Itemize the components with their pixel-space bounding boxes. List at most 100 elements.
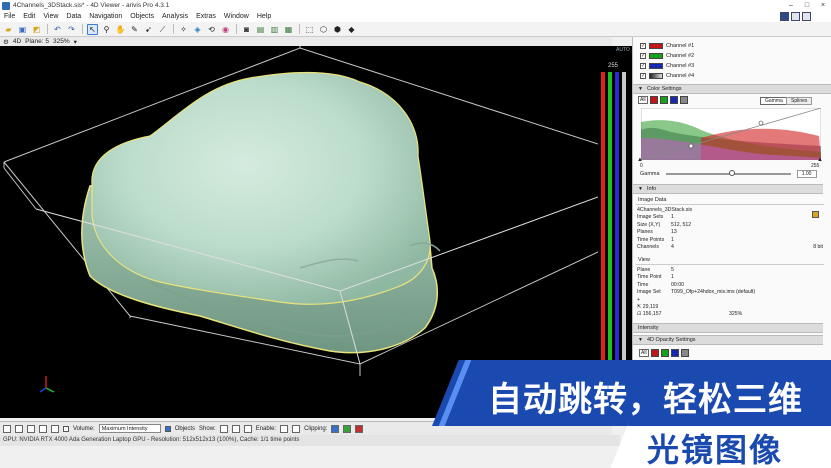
lut-bar-red[interactable] xyxy=(601,72,605,392)
view-split-icon[interactable] xyxy=(15,424,23,433)
show-scale-icon[interactable] xyxy=(243,424,252,433)
volume-checkbox[interactable] xyxy=(63,425,69,432)
channel-checkbox[interactable]: ✓ xyxy=(640,43,646,49)
cube-front-icon[interactable]: ⬚ xyxy=(304,24,315,35)
channel-3-toggle[interactable] xyxy=(670,349,679,357)
clip-z-icon[interactable] xyxy=(355,424,364,433)
show-box-icon[interactable] xyxy=(219,424,228,433)
info-icon[interactable] xyxy=(39,424,47,433)
pointer-icon[interactable]: ➹ xyxy=(143,24,154,35)
gamma-slider-knob[interactable] xyxy=(728,170,735,176)
rotate-icon[interactable]: ⟲ xyxy=(206,24,217,35)
channel-2-toggle[interactable] xyxy=(659,96,668,104)
gamma-slider[interactable] xyxy=(665,170,791,176)
magic-wand-icon[interactable]: ✧ xyxy=(178,24,189,35)
save-icon[interactable]: ▣ xyxy=(17,24,28,35)
pen-icon[interactable]: ✎ xyxy=(129,24,140,35)
channel-color-swatch[interactable] xyxy=(649,63,663,69)
lut-bar-blue[interactable] xyxy=(615,72,619,392)
zoom-level[interactable]: 325% xyxy=(53,38,70,45)
channel-row[interactable]: ✓ Channel #4 xyxy=(633,71,831,81)
intensity-header[interactable]: Intensity xyxy=(633,323,823,333)
enable-shadow-icon[interactable] xyxy=(292,424,301,433)
segment-icon[interactable]: ◈ xyxy=(192,24,203,35)
clip-x-icon[interactable] xyxy=(331,424,340,433)
collapse-arrow-icon[interactable]: ▼ xyxy=(638,86,643,92)
menu-window[interactable]: Window xyxy=(224,13,249,20)
cube-top-icon[interactable]: ⬢ xyxy=(332,24,343,35)
all-channels-label[interactable]: All xyxy=(639,349,649,357)
menu-extras[interactable]: Extras xyxy=(196,13,216,20)
opacity-settings-header[interactable]: ▼ 4D Opacity Settings xyxy=(633,335,823,345)
minimize-button[interactable]: – xyxy=(783,0,799,11)
channel-4-toggle[interactable] xyxy=(680,349,689,357)
objects-checkbox[interactable] xyxy=(164,425,171,432)
dropdown-arrow-icon[interactable]: ▾ xyxy=(74,38,77,46)
enable-light-icon[interactable] xyxy=(280,424,289,433)
info-header[interactable]: ▼ Info xyxy=(633,184,823,194)
maximize-button[interactable]: □ xyxy=(799,0,815,11)
menu-file[interactable]: File xyxy=(4,13,15,20)
channel-color-swatch[interactable] xyxy=(649,43,663,49)
open-folder-icon[interactable]: ▰ xyxy=(3,24,14,35)
channel-1-toggle[interactable] xyxy=(649,96,658,104)
volume-mode-select[interactable]: Maximum Intensity xyxy=(98,424,161,433)
camera-icon[interactable]: ◙ xyxy=(241,24,252,35)
view-header[interactable]: View xyxy=(636,256,824,265)
close-button[interactable]: × xyxy=(815,0,831,11)
image-icon[interactable]: ▤ xyxy=(255,24,266,35)
collapse-arrow-icon[interactable]: ▼ xyxy=(638,186,643,192)
channel-row[interactable]: ✓ Channel #3 xyxy=(633,61,831,71)
menu-edit[interactable]: Edit xyxy=(23,13,35,20)
zoom-icon[interactable]: ⚲ xyxy=(101,24,112,35)
channel-row[interactable]: ✓ Channel #2 xyxy=(633,51,831,61)
color-settings-header[interactable]: ▼ Color Settings xyxy=(633,84,831,94)
channel-checkbox[interactable]: ✓ xyxy=(640,73,646,79)
histogram[interactable] xyxy=(641,108,821,160)
movie-icon[interactable]: ▥ xyxy=(269,24,280,35)
stack-icon[interactable]: ◩ xyxy=(31,24,42,35)
measure-icon[interactable]: ⟋ xyxy=(157,24,168,35)
select-arrow-icon[interactable]: ↖ xyxy=(87,23,98,35)
collapse-arrow-icon[interactable]: ▼ xyxy=(638,337,643,343)
redo-icon[interactable]: ↷ xyxy=(66,24,77,35)
layout-grid-icon[interactable] xyxy=(802,12,811,21)
show-axes-icon[interactable] xyxy=(231,424,240,433)
menu-view[interactable]: View xyxy=(43,13,58,20)
tab-splines[interactable]: Splines xyxy=(786,97,813,105)
view-mode-icon[interactable]: ⚙ xyxy=(3,38,9,46)
lut-bar-green[interactable] xyxy=(608,72,612,392)
view-3d-icon[interactable] xyxy=(27,424,35,433)
clip-y-icon[interactable] xyxy=(343,424,352,433)
gamma-value-input[interactable]: 1.00 xyxy=(796,170,817,178)
channel-row[interactable]: ✓ Channel #1 xyxy=(633,41,831,51)
channel-2-toggle[interactable] xyxy=(660,349,669,357)
lut-bar-gray[interactable] xyxy=(622,72,626,392)
display-icon[interactable] xyxy=(51,424,59,433)
layout-split-icon[interactable] xyxy=(791,12,800,21)
channel-checkbox[interactable]: ✓ xyxy=(640,53,646,59)
cube-iso-icon[interactable]: ◆ xyxy=(346,24,357,35)
channel-1-toggle[interactable] xyxy=(650,349,659,357)
view-2d-icon[interactable] xyxy=(3,424,11,433)
channel-3-toggle[interactable] xyxy=(669,96,678,104)
undo-icon[interactable]: ↶ xyxy=(52,24,63,35)
channel-color-swatch[interactable] xyxy=(649,53,663,59)
channel-color-swatch[interactable] xyxy=(649,73,663,79)
lut-auto-button[interactable]: AUTO xyxy=(616,47,630,53)
channel-checkbox[interactable]: ✓ xyxy=(640,63,646,69)
color-wheel-icon[interactable]: ◉ xyxy=(220,24,231,35)
file-properties-icon[interactable] xyxy=(812,211,819,218)
menu-analysis[interactable]: Analysis xyxy=(162,13,188,20)
menu-navigation[interactable]: Navigation xyxy=(89,13,122,20)
hand-pan-icon[interactable]: ✋ xyxy=(115,24,126,35)
cube-side-icon[interactable]: ⬡ xyxy=(318,24,329,35)
menu-objects[interactable]: Objects xyxy=(130,13,154,20)
export-icon[interactable]: ▦ xyxy=(283,24,294,35)
layout-single-icon[interactable] xyxy=(780,12,789,21)
menu-help[interactable]: Help xyxy=(257,13,271,20)
all-channels-label[interactable]: All xyxy=(638,96,648,104)
channel-4-toggle[interactable] xyxy=(679,96,688,104)
menu-data[interactable]: Data xyxy=(66,13,81,20)
tab-gamma[interactable]: Gamma xyxy=(760,97,788,105)
